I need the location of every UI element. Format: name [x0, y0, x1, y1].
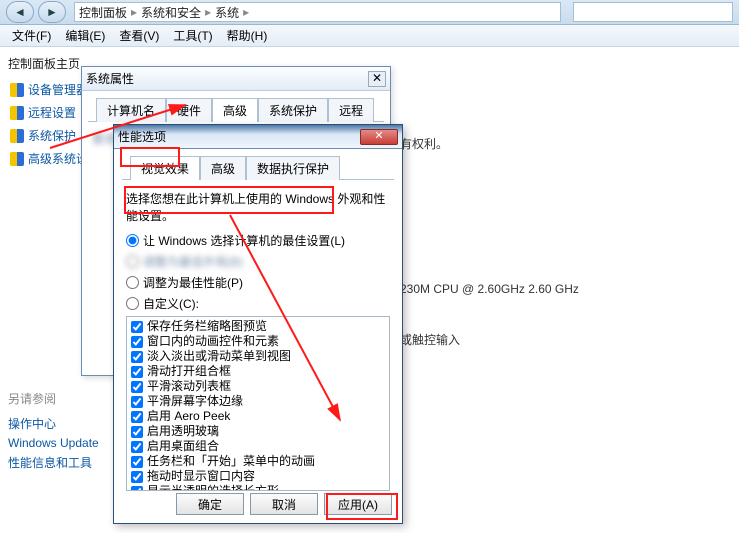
dialog-titlebar[interactable]: 系统属性 ✕ — [82, 67, 390, 91]
radio-custom[interactable]: 自定义(C): — [126, 293, 390, 314]
checkbox-input[interactable] — [131, 336, 143, 348]
check-label: 启用桌面组合 — [147, 439, 219, 454]
chevron-right-icon: ▸ — [239, 5, 253, 19]
check-row[interactable]: 平滑滚动列表框 — [131, 379, 385, 394]
check-row[interactable]: 淡入淡出或滑动菜单到视图 — [131, 349, 385, 364]
see-also-link[interactable]: 操作中心 — [8, 413, 99, 434]
close-button[interactable]: ✕ — [368, 71, 386, 87]
see-also-header: 另请参阅 — [8, 388, 99, 409]
menu-help[interactable]: 帮助(H) — [223, 25, 272, 46]
check-row[interactable]: 启用透明玻璃 — [131, 424, 385, 439]
apply-button[interactable]: 应用(A) — [324, 493, 392, 515]
performance-options-dialog: 性能选项 ✕ 视觉效果 高级 数据执行保护 选择您想在此计算机上使用的 Wind… — [113, 124, 403, 524]
check-row[interactable]: 任务栏和「开始」菜单中的动画 — [131, 454, 385, 469]
menu-bar: 文件(F) 编辑(E) 查看(V) 工具(T) 帮助(H) — [0, 25, 739, 47]
system-info-text: 有权利。 230M CPU @ 2.60GHz 2.60 GHz 或触控输入 — [400, 90, 579, 356]
radio-input[interactable] — [126, 276, 139, 289]
check-label: 滑动打开组合框 — [147, 364, 231, 379]
check-row[interactable]: 拖动时显示窗口内容 — [131, 469, 385, 484]
perf-description: 选择您想在此计算机上使用的 Windows 外观和性能设置。 — [126, 190, 390, 224]
see-also-link[interactable]: Windows Update — [8, 434, 99, 452]
check-label: 保存任务栏缩略图预览 — [147, 319, 267, 334]
breadcrumb-item[interactable]: 系统和安全 — [141, 4, 201, 21]
check-label: 启用 Aero Peek — [147, 409, 230, 424]
radio-input[interactable] — [126, 297, 139, 310]
check-label: 拖动时显示窗口内容 — [147, 469, 255, 484]
close-button[interactable]: ✕ — [360, 129, 398, 145]
check-label: 窗口内的动画控件和元素 — [147, 334, 279, 349]
menu-tools[interactable]: 工具(T) — [169, 25, 216, 46]
menu-view[interactable]: 查看(V) — [115, 25, 163, 46]
tab-visual-effects[interactable]: 视觉效果 — [130, 156, 200, 180]
dialog-titlebar[interactable]: 性能选项 ✕ — [114, 125, 402, 149]
dialog-title: 性能选项 — [118, 128, 166, 145]
shield-icon — [10, 106, 24, 120]
shield-icon — [10, 152, 24, 166]
checkbox-input[interactable] — [131, 321, 143, 333]
checkbox-input[interactable] — [131, 471, 143, 483]
checkbox-input[interactable] — [131, 381, 143, 393]
shield-icon — [10, 83, 24, 97]
check-row[interactable]: 启用桌面组合 — [131, 439, 385, 454]
chevron-right-icon: ▸ — [201, 5, 215, 19]
search-input[interactable] — [573, 2, 733, 22]
radio-let-windows-choose[interactable]: 让 Windows 选择计算机的最佳设置(L) — [126, 230, 390, 251]
sysprops-tabs: 计算机名 硬件 高级 系统保护 远程 — [88, 91, 384, 122]
breadcrumb[interactable]: 控制面板 ▸ 系统和安全 ▸ 系统 ▸ — [74, 2, 561, 22]
chevron-right-icon: ▸ — [127, 5, 141, 19]
perf-tabs: 视觉效果 高级 数据执行保护 — [122, 149, 394, 180]
check-label: 启用透明玻璃 — [147, 424, 219, 439]
check-label: 平滑屏幕字体边缘 — [147, 394, 243, 409]
check-row[interactable]: 滑动打开组合框 — [131, 364, 385, 379]
see-also-link[interactable]: 性能信息和工具 — [8, 452, 99, 473]
checkbox-input[interactable] — [131, 351, 143, 363]
checkbox-input[interactable] — [131, 396, 143, 408]
checkbox-input[interactable] — [131, 366, 143, 378]
dialog-title: 系统属性 — [86, 70, 134, 87]
visual-effects-checklist[interactable]: 保存任务栏缩略图预览窗口内的动画控件和元素淡入淡出或滑动菜单到视图滑动打开组合框… — [126, 316, 390, 491]
dialog-button-row: 确定 取消 应用(A) — [176, 493, 392, 515]
radio-input[interactable] — [126, 234, 139, 247]
menu-edit[interactable]: 编辑(E) — [61, 25, 109, 46]
tab-system-protection[interactable]: 系统保护 — [258, 98, 328, 122]
check-label: 淡入淡出或滑动菜单到视图 — [147, 349, 291, 364]
breadcrumb-item[interactable]: 控制面板 — [79, 4, 127, 21]
check-row[interactable]: 显示半透明的选择长方形 — [131, 484, 385, 491]
check-row[interactable]: 保存任务栏缩略图预览 — [131, 319, 385, 334]
check-row[interactable]: 平滑屏幕字体边缘 — [131, 394, 385, 409]
shield-icon — [10, 129, 24, 143]
tab-hardware[interactable]: 硬件 — [166, 98, 212, 122]
nav-forward-button[interactable]: ► — [38, 1, 66, 23]
radio-input[interactable] — [126, 255, 139, 268]
check-label: 任务栏和「开始」菜单中的动画 — [147, 454, 315, 469]
radio-best-appearance[interactable]: 调整为最佳外观(B) — [126, 251, 390, 272]
check-row[interactable]: 启用 Aero Peek — [131, 409, 385, 424]
cancel-button[interactable]: 取消 — [250, 493, 318, 515]
menu-file[interactable]: 文件(F) — [8, 25, 55, 46]
tab-advanced[interactable]: 高级 — [212, 98, 258, 122]
tab-advanced[interactable]: 高级 — [200, 156, 246, 180]
checkbox-input[interactable] — [131, 441, 143, 453]
checkbox-input[interactable] — [131, 456, 143, 468]
check-row[interactable]: 窗口内的动画控件和元素 — [131, 334, 385, 349]
radio-best-performance[interactable]: 调整为最佳性能(P) — [126, 272, 390, 293]
address-toolbar: ◄ ► 控制面板 ▸ 系统和安全 ▸ 系统 ▸ — [0, 0, 739, 25]
check-label: 平滑滚动列表框 — [147, 379, 231, 394]
tab-computer-name[interactable]: 计算机名 — [96, 98, 166, 122]
tab-dep[interactable]: 数据执行保护 — [246, 156, 340, 180]
check-label: 显示半透明的选择长方形 — [147, 484, 279, 491]
checkbox-input[interactable] — [131, 486, 143, 492]
tab-remote[interactable]: 远程 — [328, 98, 374, 122]
nav-back-button[interactable]: ◄ — [6, 1, 34, 23]
sidebar-see-also: 另请参阅 操作中心 Windows Update 性能信息和工具 — [8, 388, 99, 473]
checkbox-input[interactable] — [131, 411, 143, 423]
checkbox-input[interactable] — [131, 426, 143, 438]
breadcrumb-item[interactable]: 系统 — [215, 4, 239, 21]
ok-button[interactable]: 确定 — [176, 493, 244, 515]
